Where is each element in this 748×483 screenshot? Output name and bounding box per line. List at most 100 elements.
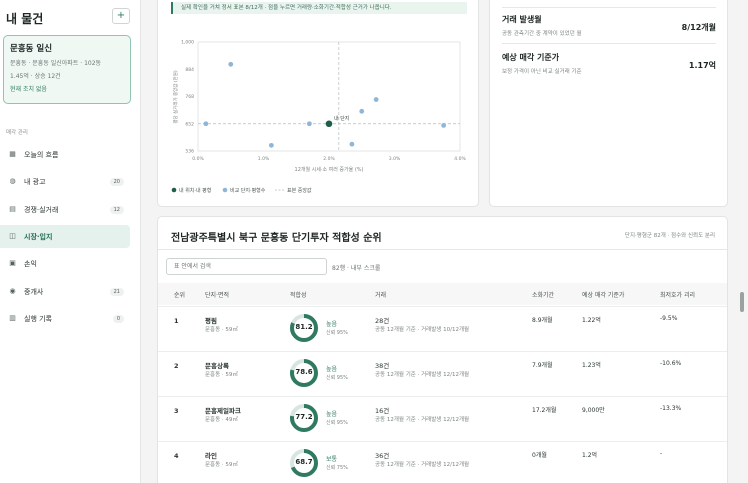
comparison-point <box>359 108 365 114</box>
column-header[interactable]: 소화기간 <box>532 290 554 299</box>
expected-price: 1.2억 <box>582 452 598 459</box>
table-row[interactable]: 3 문흥제일파크 문흥동 · 49㎡ 77.2 높음 신뢰 95% 16건 공동 12개월 기… <box>158 396 727 441</box>
table-row[interactable]: 2 문흥상록 문흥동 · 59㎡ 78.6 높음 신뢰 95% 38건 공동 12개월 기준 … <box>158 351 727 396</box>
rank-cell: 3 <box>174 407 179 415</box>
comparison-point <box>228 61 234 67</box>
count-badge: 0 <box>112 314 124 323</box>
deal-count: 36건 <box>375 452 390 460</box>
x-tick-label: 3.0% <box>389 156 401 162</box>
add-property-button[interactable]: + <box>112 8 130 24</box>
summary-value: 1.17억 <box>688 61 716 70</box>
row-count: 82행 · 내부 스크롤 <box>332 265 381 272</box>
column-header[interactable]: 거래 <box>375 290 386 299</box>
my-property-point <box>325 120 333 128</box>
expected-price: 1.22억 <box>582 317 601 324</box>
sidebar-item-label: 오늘의 흐름 <box>24 150 59 159</box>
summary-label: 예상 매각 기준가 <box>502 53 560 62</box>
unit-name: 문흥제일파크 <box>205 407 241 415</box>
expected-price: 9,000만 <box>582 407 605 414</box>
count-badge: 20 <box>109 177 124 186</box>
unit-name: 문흥상록 <box>205 362 229 370</box>
sidebar-item-label: 실행 기록 <box>24 314 52 323</box>
table-row[interactable]: 1 평림 문흥동 · 59㎡ 81.2 높음 신뢰 95% 28건 공동 12개월 기준 · … <box>158 306 727 351</box>
property-address: 문흥동 · 문흥동 일신아파트 · 102동 <box>10 60 102 67</box>
unit-sub: 문흥동 · 59㎡ <box>205 372 238 378</box>
y-tick-label: 1,000 <box>181 40 194 46</box>
summary-row-price: 예상 매각 기준가 보정 가격이 아닌 비교 실거래 기준 1.17억 <box>502 52 716 75</box>
table-row[interactable]: 4 라인 문흥동 · 59㎡ 68.7 보통 신뢰 75% 36건 공동 12개월 기준 · … <box>158 441 727 483</box>
confidence-label: 신뢰 75% <box>326 465 348 471</box>
column-header[interactable]: 최저호가 괴리 <box>660 290 695 299</box>
data-points <box>203 61 447 148</box>
sidebar-section-label: 매각 관리 <box>6 130 28 136</box>
summary-card: 거래 발생월 공동 관측기간 중 계약이 있었던 월 8/12개월 예상 매각 … <box>489 0 728 207</box>
property-card[interactable]: 문흥동 일신 문흥동 · 문흥동 일신아파트 · 102동 1.45억 · 상승… <box>3 35 131 104</box>
sidebar-item-label: 시장·입지 <box>24 232 53 241</box>
sidebar-item-market[interactable]: ◫ 시장·입지 <box>0 225 130 248</box>
sidebar-item-today[interactable]: ▦ 오늘의 흐름 <box>0 143 130 166</box>
divider <box>502 43 716 44</box>
ask-gap: -10.6% <box>660 360 682 367</box>
comparison-point <box>373 97 379 102</box>
sidebar-item-profit[interactable]: ▣ 손익 <box>0 252 130 275</box>
property-stats: 1.45억 · 상승 12건 <box>10 73 61 80</box>
expected-price: 1.23억 <box>582 362 601 369</box>
score-value: 77.2 <box>295 413 313 421</box>
ranking-card: 전남광주특별시 북구 문흥동 단기투자 적합성 순위 단지·평형군 82개 · … <box>157 216 728 483</box>
grade-label: 높음 <box>326 411 338 418</box>
ask-gap: -13.3% <box>660 405 682 412</box>
deal-count: 16건 <box>375 407 390 415</box>
column-header[interactable]: 적합성 <box>290 290 307 299</box>
legend-median: 표본 중앙값 <box>287 187 312 194</box>
x-tick-label: 4.0% <box>454 156 466 162</box>
column-header[interactable]: 순위 <box>174 290 185 299</box>
sidebar-item-my-ads[interactable]: ◍ 내 광고 20 <box>0 170 130 193</box>
deal-count: 28건 <box>375 317 390 325</box>
comparison-point <box>268 142 274 148</box>
sidebar: 내 물건 + 문흥동 일신 문흥동 · 문흥동 일신아파트 · 102동 1.4… <box>0 0 141 483</box>
count-badge: 12 <box>109 205 124 214</box>
grade-label: 보통 <box>326 456 338 463</box>
grade-label: 높음 <box>326 321 338 328</box>
comparison-point <box>349 141 355 147</box>
summary-row-months: 거래 발생월 공동 관측기간 중 계약이 있었던 월 8/12개월 <box>502 14 716 37</box>
deal-detail: 공동 12개월 기준 · 거래발생 12/12개월 <box>375 372 470 378</box>
unit-name: 평림 <box>205 317 217 325</box>
score-value: 68.7 <box>295 458 313 466</box>
y-tick-label: 768 <box>185 94 194 100</box>
property-status: 현재 조치 없음 <box>10 86 47 93</box>
column-header[interactable]: 예상 매각 기준가 <box>582 290 624 299</box>
highlight-label: 내 단지 <box>334 115 349 122</box>
sidebar-item-agents[interactable]: ◉ 중개사 21 <box>0 280 130 303</box>
x-tick-label: 1.0% <box>258 156 270 162</box>
column-header[interactable]: 단지·면적 <box>205 290 229 299</box>
log-icon: ▥ <box>9 314 16 322</box>
legend-mine: 내 위치·내 평형 <box>179 187 211 194</box>
legend-swatch-mine <box>171 187 177 193</box>
table-search-input[interactable]: 표 안에서 검색 <box>166 258 327 275</box>
absorption-period: 7.9개월 <box>532 362 553 369</box>
scatter-chart: 536 652 768 884 1,000 0.0% 1.0% 2.0% 3.0% 4.0% 내… <box>171 40 466 194</box>
legend-compare: 비교 단지·평형수 <box>230 187 266 194</box>
sidebar-item-history[interactable]: ▥ 실행 기록 0 <box>0 307 130 330</box>
absorption-period: 0개월 <box>532 452 547 459</box>
comparison-point <box>203 121 209 127</box>
x-ticks: 0.0% 1.0% 2.0% 3.0% 4.0% <box>192 156 466 162</box>
score-value: 81.2 <box>295 323 313 331</box>
divider <box>502 7 716 8</box>
summary-value: 8/12개월 <box>681 23 716 32</box>
count-badge: 21 <box>109 287 124 296</box>
scrollbar[interactable] <box>740 292 744 312</box>
sidebar-item-competition[interactable]: ▤ 경쟁·실거래 12 <box>0 198 130 221</box>
deal-detail: 공동 12개월 기준 · 거래발생 10/12개월 <box>375 327 470 333</box>
sidebar-item-label: 중개사 <box>24 287 44 296</box>
comparison-point <box>441 122 447 128</box>
ranking-title: 전남광주특별시 북구 문흥동 단기투자 적합성 순위 <box>171 233 382 244</box>
calculator-icon: ▣ <box>9 259 16 267</box>
ask-gap: -9.5% <box>660 315 678 322</box>
y-axis-label: 평당 실거래가 중앙값 (만원) <box>172 70 179 124</box>
sidebar-title: 내 물건 <box>6 12 44 26</box>
x-tick-label: 0.0% <box>192 156 204 162</box>
x-axis-label: 12개월 시세·소 여러 증가율 (%) <box>295 166 364 173</box>
unit-sub: 문흥동 · 59㎡ <box>205 327 238 333</box>
